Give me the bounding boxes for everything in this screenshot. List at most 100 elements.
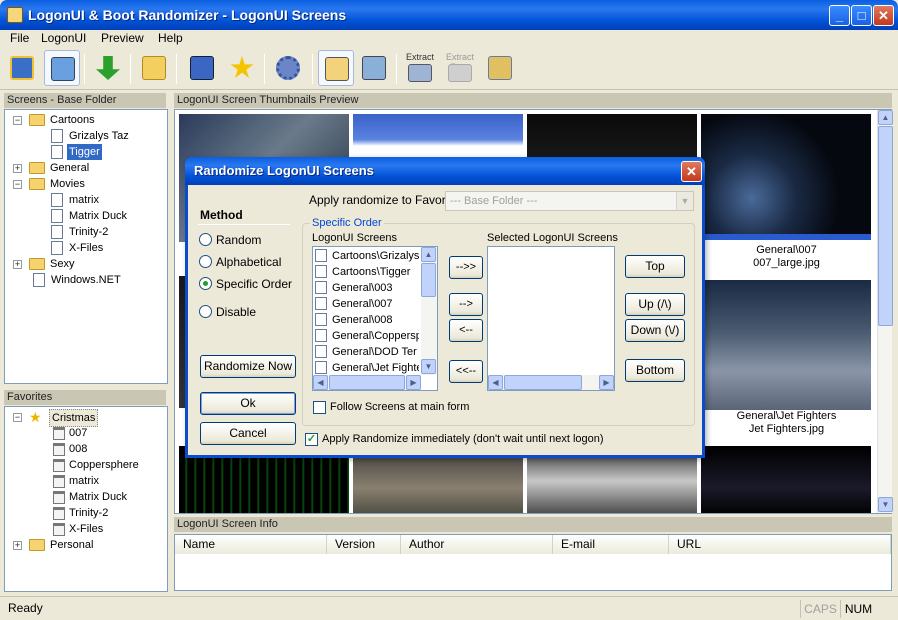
bottom-button[interactable]: Bottom [625,359,685,382]
method-disable-radio[interactable] [199,305,212,318]
list-item[interactable]: General\Jet Fighte [315,360,419,376]
recycle-icon [53,523,65,536]
method-disable-label[interactable]: Disable [216,305,256,319]
apply-button[interactable] [90,50,126,86]
list-item[interactable]: General\DOD Ter [315,344,419,360]
thumbnail-x-files[interactable] [701,446,871,513]
tree-item-label: X-Files [69,242,104,254]
menu-logonui[interactable]: LogonUI [41,30,86,48]
list-item[interactable]: General\008 [315,312,419,328]
boot-screens-button[interactable] [4,50,40,86]
list-vscrollbar[interactable]: ▲ ▼ [421,247,437,375]
method-alphabetical-label[interactable]: Alphabetical [216,255,281,269]
dialog-close-button[interactable]: ✕ [681,161,702,182]
move-left-button[interactable]: <-- [449,319,483,342]
screen-file-icon [315,248,327,262]
thumbnail-jet-fighters[interactable] [701,280,871,410]
folder-icon [29,178,45,190]
close-button[interactable]: ✕ [873,5,894,26]
randomize-dialog: Randomize LogonUI Screens ✕ Method Rando… [185,157,705,458]
list-item[interactable]: General\003 [315,280,419,296]
chevron-down-icon[interactable]: ▼ [676,192,693,210]
expand-icon[interactable]: + [13,164,22,173]
column-version[interactable]: Version [327,535,401,554]
selected-screens-list[interactable]: ◀ ▶ [487,246,615,391]
list-item[interactable]: Cartoons\Tigger [315,264,419,280]
tree-item-label: matrix [69,475,99,487]
method-random-radio[interactable] [199,233,212,246]
move-right-button[interactable]: --> [449,293,483,316]
favorites-tree: − ★ Cristmas 007 008 Coppersphere matrix… [4,406,168,592]
ok-button[interactable]: Ok [200,392,296,415]
follow-screens-checkbox[interactable] [313,401,326,414]
column-author[interactable]: Author [401,535,553,554]
network-button[interactable] [482,50,518,86]
scroll-up-button[interactable]: ▲ [878,110,893,125]
apply-immediately-label[interactable]: Apply Randomize immediately (don't wait … [322,433,604,445]
extract-button[interactable]: Extract [402,50,438,86]
menu-file[interactable]: File [10,30,29,48]
cancel-button[interactable]: Cancel [200,422,296,445]
up-button[interactable]: Up (/\) [625,293,685,316]
scroll-right-button[interactable]: ▶ [406,375,421,390]
menu-preview[interactable]: Preview [101,30,144,48]
scroll-down-button[interactable]: ▼ [878,497,893,512]
screen-file-icon [51,145,63,159]
scroll-thumb[interactable] [504,375,582,390]
minimize-button[interactable]: _ [829,5,850,26]
randomize-button[interactable] [318,50,354,86]
thumbnail-caption: General\Jet Fighters Jet Fighters.jpg [699,410,874,436]
scroll-thumb[interactable] [878,126,893,326]
method-heading: Method [200,208,243,222]
screen-file-icon [315,280,327,294]
open-folder-button[interactable] [136,50,172,86]
toolbar-separator [176,54,177,84]
menu-help[interactable]: Help [158,30,183,48]
list-item[interactable]: Cartoons\Grizalys [315,248,419,264]
scroll-up-button[interactable]: ▲ [421,247,436,262]
screens-tree: − Cartoons Grizalys Taz Tigger + General… [4,109,168,384]
move-all-right-button[interactable]: -->> [449,256,483,279]
method-specific-order-label[interactable]: Specific Order [216,277,292,291]
selected-list-hscrollbar[interactable]: ◀ ▶ [488,375,614,390]
collapse-icon[interactable]: − [13,413,22,422]
randomize-now-button[interactable]: Randomize Now [200,355,296,378]
scroll-thumb[interactable] [421,263,436,297]
apply-immediately-checkbox[interactable]: ✓ [305,433,318,446]
top-button[interactable]: Top [625,255,685,278]
scroll-thumb[interactable] [329,375,405,390]
list-item[interactable]: General\007 [315,296,419,312]
favorite-select[interactable]: --- Base Folder --- ▼ [445,191,694,211]
preview-image-button[interactable] [356,50,392,86]
thumbnail-007[interactable] [701,114,871,240]
logonui-screens-list[interactable]: Cartoons\Grizalys Cartoons\Tigger Genera… [312,246,438,391]
thumbnails-scrollbar[interactable]: ▲ ▼ [877,110,893,513]
collapse-icon[interactable]: − [13,180,22,189]
expand-icon[interactable]: + [13,260,22,269]
scroll-left-button[interactable]: ◀ [313,375,328,390]
settings-button[interactable] [270,50,306,86]
column-url[interactable]: URL [669,535,891,554]
method-alphabetical-radio[interactable] [199,255,212,268]
scroll-down-button[interactable]: ▼ [421,359,436,374]
column-email[interactable]: E-mail [553,535,669,554]
maximize-button[interactable]: □ [851,5,872,26]
method-random-label[interactable]: Random [216,233,261,247]
scroll-left-button[interactable]: ◀ [488,375,503,390]
screen-file-icon [315,312,327,326]
down-button[interactable]: Down (\/) [625,319,685,342]
collapse-icon[interactable]: − [13,116,22,125]
follow-screens-label[interactable]: Follow Screens at main form [330,401,469,413]
tree-item-label: Personal [50,539,94,551]
edit-button[interactable] [184,50,220,86]
list-item[interactable]: General\Coppersp [315,328,419,344]
move-all-left-button[interactable]: <<-- [449,360,483,383]
logonui-screens-button[interactable] [44,50,80,86]
column-name[interactable]: Name [175,535,327,554]
expand-icon[interactable]: + [13,541,22,550]
method-specific-order-radio[interactable] [199,277,212,290]
extract-boot-button[interactable]: Extract Boot [442,50,478,86]
list-hscrollbar[interactable]: ◀ ▶ [313,375,421,390]
scroll-right-button[interactable]: ▶ [599,375,614,390]
favorites-button[interactable] [224,50,260,86]
